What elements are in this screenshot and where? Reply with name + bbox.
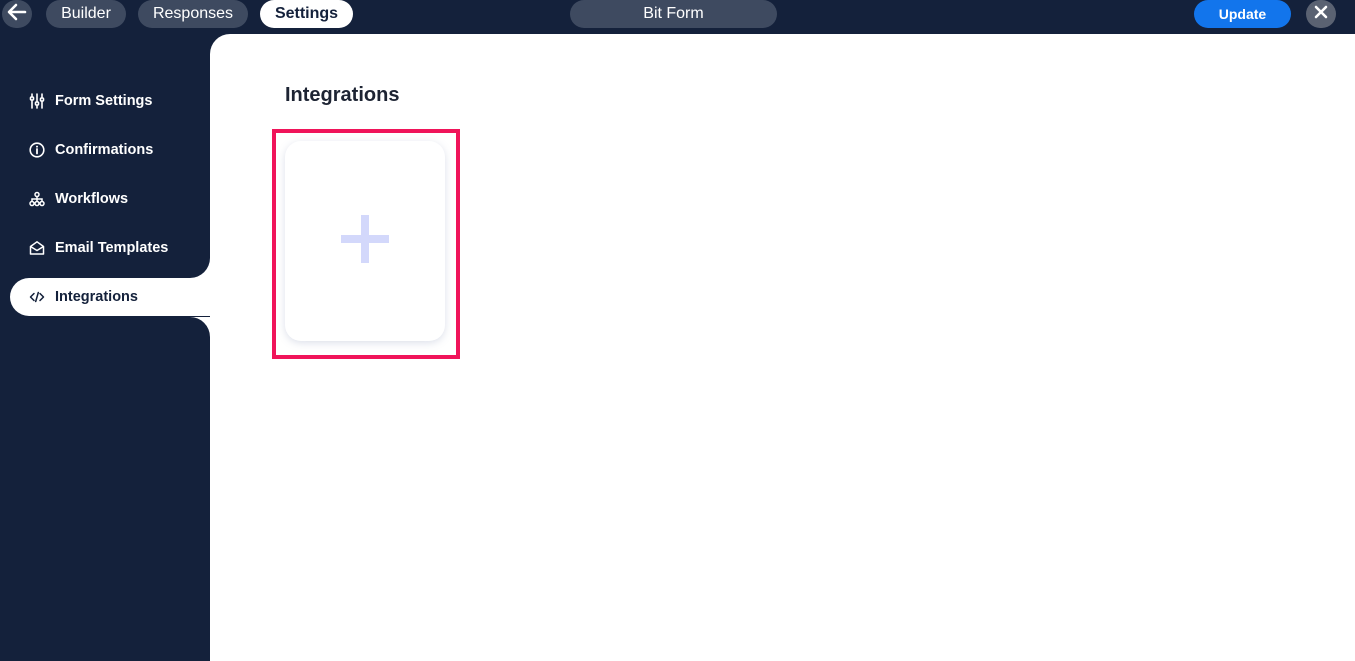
back-button[interactable]	[2, 0, 32, 28]
tab-settings[interactable]: Settings	[260, 0, 353, 28]
code-icon	[28, 288, 46, 306]
arrow-left-icon	[7, 3, 27, 26]
sidebar-item-form-settings[interactable]: Form Settings	[10, 82, 210, 120]
hierarchy-icon	[28, 190, 46, 208]
sidebar	[0, 34, 210, 661]
sidebar-item-integrations[interactable]: Integrations	[10, 278, 210, 316]
sidebar-item-label: Email Templates	[55, 240, 169, 256]
tab-builder[interactable]: Builder	[46, 0, 126, 28]
close-icon	[1314, 5, 1328, 24]
sidebar-item-confirmations[interactable]: Confirmations	[10, 131, 210, 169]
add-integration-card[interactable]	[285, 141, 445, 341]
envelope-open-icon	[28, 239, 46, 257]
sliders-icon	[28, 92, 46, 110]
sidebar-item-workflows[interactable]: Workflows	[10, 180, 210, 218]
page-title: Integrations	[285, 84, 400, 106]
sidebar-item-label: Integrations	[55, 289, 138, 305]
sidebar-item-label: Workflows	[55, 191, 129, 207]
plus-icon	[339, 213, 391, 270]
update-button[interactable]: Update	[1194, 0, 1291, 28]
info-icon	[28, 141, 46, 159]
top-bar: Builder Responses Settings Bit Form Upda…	[0, 0, 1355, 34]
sidebar-item-label: Form Settings	[55, 93, 153, 109]
sidebar-item-email-templates[interactable]: Email Templates	[10, 229, 210, 267]
form-title[interactable]: Bit Form	[570, 0, 777, 28]
sidebar-item-label: Confirmations	[55, 142, 154, 158]
close-button[interactable]	[1306, 0, 1336, 28]
tab-responses[interactable]: Responses	[138, 0, 248, 28]
